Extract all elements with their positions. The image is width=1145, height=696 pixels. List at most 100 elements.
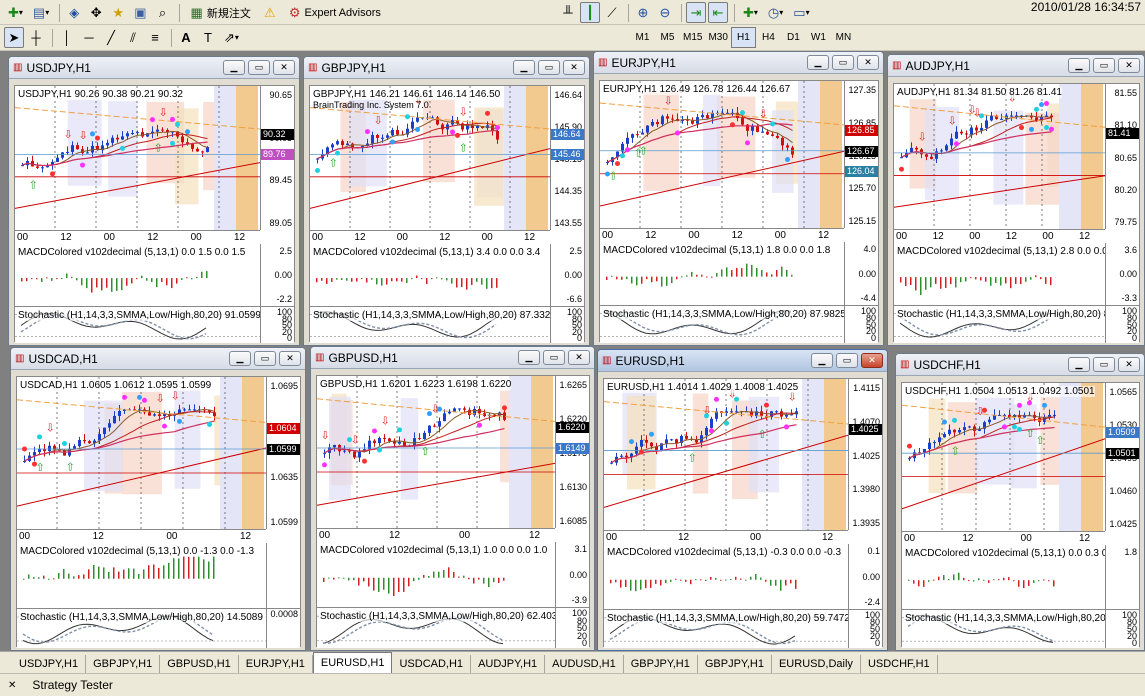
chart-window-audjpy[interactable]: ▥ AUDJPY,H1 ▁ ▭ ✕ ⇩ ⇩ ⇩ ⇩ ⇩ AUDJPY,H1 81.34 8… (887, 54, 1145, 346)
chart-window-usdcad[interactable]: ▥ USDCAD,H1 ▁ ▭ ✕ ⇧ ⇩ ⇩ ⇩ ⇧ USDCAD,H1 1.0605 … (10, 347, 306, 651)
zoom-out-button[interactable]: ⊖ (655, 2, 675, 23)
stochastic-pane[interactable]: Stochastic (H1,14,3,3,SMMA,Low/High,80,2… (902, 609, 1139, 648)
chart-area[interactable]: ⇩⇧⇧⇩⇩GBPJPY,H1 146.21 146.61 146.14 146.… (309, 85, 585, 343)
cursor-button[interactable]: ➤ (4, 27, 24, 48)
timeframe-w1-button[interactable]: W1 (806, 27, 831, 48)
maximize-button[interactable]: ▭ (1093, 58, 1115, 73)
minimize-button[interactable]: ▁ (807, 55, 829, 70)
strategy-tester-label[interactable]: Strategy Tester (32, 678, 112, 692)
chart-tab[interactable]: GBPJPY,H1 (624, 655, 698, 673)
price-pane[interactable]: ⇧ ⇩ ⇩ ⇩ ⇧ USDCAD,H1 1.0605 1.0612 1.0595 1.05… (17, 377, 300, 529)
macd-axis[interactable]: 0.1 0.00 -2.4 (848, 544, 882, 609)
chart-tab[interactable]: GBPJPY,H1 (698, 655, 772, 673)
chart-area[interactable]: ⇧ ⇩ ⇩ ⇩ ⇧ USDJPY,H1 90.26 90.38 90.21 90.32 90… (14, 85, 295, 343)
strategy-tester-button[interactable]: ⌕ (153, 2, 173, 23)
chart-tab[interactable]: GBPUSD,H1 (160, 655, 239, 673)
new-chart-button[interactable]: ✚ ▾ (4, 2, 27, 23)
new-order-button[interactable]: ▦ 新規注文 (184, 2, 258, 23)
stochastic-axis[interactable]: 100 80 50 20 0 (844, 306, 878, 343)
chart-window-titlebar[interactable]: ▥ EURJPY,H1 ▁ ▭ ✕ (594, 52, 883, 74)
price-axis[interactable]: 90.6590.0589.4589.0590.3289.76 (260, 86, 294, 230)
chart-tab[interactable]: GBPJPY,H1 (86, 655, 161, 673)
price-pane[interactable]: ⇩ ⇩ ⇩ ⇩ ⇩ AUDJPY,H1 81.34 81.50 81.26 81.41 81… (894, 84, 1139, 229)
maximize-button[interactable]: ▭ (832, 55, 854, 70)
macd-pane[interactable]: MACDColored v102decimal (5,13,1) 0.0 -1.… (17, 543, 300, 608)
price-axis[interactable]: 127.35126.85126.25125.70125.15126.85126.… (844, 81, 878, 228)
terminal-button[interactable]: ▣ (130, 2, 150, 23)
chart-tab[interactable]: EURUSD,Daily (772, 655, 861, 673)
stochastic-pane[interactable]: Stochastic (H1,14,3,3,SMMA,Low/High,80,2… (15, 306, 294, 343)
time-axis[interactable]: 00 12 00 12 (604, 530, 848, 544)
price-pane[interactable]: ⇧ ⇧ ⇩ ⇩ ⇧ EURJPY,H1 126.49 126.78 126.44 126.… (600, 81, 878, 228)
close-button[interactable]: ✕ (1118, 357, 1140, 372)
macd-pane[interactable]: MACDColored v102decimal (5,13,1) 0.0 0.3… (902, 545, 1139, 609)
arrows-button[interactable]: ⇗ ▾ (220, 27, 243, 48)
time-axis[interactable]: 00 12 00 12 (17, 529, 266, 543)
navigator-button[interactable]: ★ (108, 2, 128, 23)
chart-window-eurusd[interactable]: ▥ EURUSD,H1 ▁ ▭ ✕ ⇩ ⇧ ⇩ ⇩ ⇧ EURUSD,H1 1.4014 … (597, 349, 888, 651)
profiles-button[interactable]: ▤ ▾ (29, 2, 53, 23)
chart-window-titlebar[interactable]: ▥ EURUSD,H1 ▁ ▭ ✕ (598, 350, 887, 372)
macd-pane[interactable]: MACDColored v102decimal (5,13,1) 1.8 0.0… (600, 242, 878, 305)
chart-window-titlebar[interactable]: ▥ USDCAD,H1 ▁ ▭ ✕ (11, 348, 305, 370)
templates-button[interactable]: ▭ ▾ (789, 2, 813, 23)
zoom-in-button[interactable]: ⊕ (633, 2, 653, 23)
chart-window-titlebar[interactable]: ▥ GBPJPY,H1 ▁ ▭ ✕ (304, 57, 589, 79)
time-axis[interactable]: 00 12 00 12 00 12 (600, 228, 844, 242)
stochastic-axis[interactable]: 100 80 50 20 0 (555, 608, 589, 648)
chart-tab[interactable]: AUDJPY,H1 (471, 655, 546, 673)
macd-pane[interactable]: MACDColored v102decimal (5,13,1) 0.0 1.5… (15, 244, 294, 306)
stochastic-pane[interactable]: Stochastic (H1,14,3,3,SMMA,Low/High,80,2… (17, 608, 300, 648)
data-window-button[interactable]: ✥ (86, 2, 106, 23)
chart-tab[interactable]: EURJPY,H1 (239, 655, 313, 673)
minimize-button[interactable]: ▁ (513, 60, 535, 75)
chart-tab[interactable]: USDJPY,H1 (12, 655, 87, 673)
equidistant-channel-button[interactable]: ⫽ (123, 27, 143, 48)
timeframe-m1-button[interactable]: M1 (630, 27, 655, 48)
maximize-button[interactable]: ▭ (1093, 357, 1115, 372)
macd-pane[interactable]: MACDColored v102decimal (5,13,1) 1.0 0.0… (317, 542, 589, 607)
trendline-button[interactable]: ╱ (101, 27, 121, 48)
chart-window-usdjpy[interactable]: ▥ USDJPY,H1 ▁ ▭ ✕ ⇧ ⇩ ⇩ ⇩ ⇧ USDJPY,H1 90.26 9… (8, 56, 300, 346)
chart-window-gbpjpy[interactable]: ▥ GBPJPY,H1 ▁ ▭ ✕ ⇩⇧⇧⇩⇩GBPJPY,H1 146.21 … (303, 56, 590, 346)
autotrading-warning-button[interactable]: ⚠ (260, 2, 280, 23)
chart-area[interactable]: ⇩ ⇧ ⇧ ⇧ ⇩ USDCHF,H1 1.0504 1.0513 1.0492 1.05… (901, 382, 1140, 648)
chart-window-titlebar[interactable]: ▥ GBPUSD,H1 ▁ ▭ ✕ (311, 347, 594, 369)
timeframe-h1-button[interactable]: H1 (730, 27, 756, 48)
minimize-button[interactable]: ▁ (518, 350, 540, 365)
price-axis[interactable]: 1.05651.05301.04951.04601.04251.05091.05… (1105, 383, 1139, 531)
stochastic-axis[interactable]: 100 80 50 20 0 (1105, 306, 1139, 343)
timeframe-d1-button[interactable]: D1 (781, 27, 806, 48)
close-button[interactable]: ✕ (273, 60, 295, 75)
maximize-button[interactable]: ▭ (836, 353, 858, 368)
stochastic-axis[interactable]: 100 80 50 20 0 (260, 307, 294, 343)
bar-chart-button[interactable]: ╨ (558, 2, 578, 23)
time-axis[interactable]: 00 12 00 12 (902, 531, 1105, 545)
timeframe-mn-button[interactable]: MN (831, 27, 856, 48)
price-pane[interactable]: ⇩ ⇧ ⇩ ⇩ ⇧ EURUSD,H1 1.4014 1.4029 1.4008 1.40… (604, 379, 882, 530)
vertical-line-button[interactable]: │ (57, 27, 77, 48)
macd-axis[interactable]: 1.8 (1105, 545, 1139, 609)
price-axis[interactable]: 1.4115 1.4070 1.4025 1.3980 1.3935 1.4025 (848, 379, 882, 530)
price-axis[interactable]: 1.06951.06651.06351.05991.06041.0599 (266, 377, 300, 529)
timeframe-h4-button[interactable]: H4 (756, 27, 781, 48)
time-axis[interactable]: 00 12 00 12 00 12 (310, 230, 550, 244)
tester-toggle-icon[interactable]: ✕ (8, 680, 16, 691)
stochastic-pane[interactable]: Stochastic (H1,14,3,3,SMMA,Low/High,80,2… (310, 306, 584, 343)
periods-button[interactable]: ◷ ▾ (764, 2, 787, 23)
indicators-button[interactable]: ✚ ▾ (739, 2, 762, 23)
time-axis[interactable]: 00 12 00 12 (317, 528, 555, 542)
chart-tab[interactable]: USDCAD,H1 (392, 655, 472, 673)
minimize-button[interactable]: ▁ (1068, 357, 1090, 372)
maximize-button[interactable]: ▭ (254, 351, 276, 366)
chart-window-titlebar[interactable]: ▥ USDCHF,H1 ▁ ▭ ✕ (896, 354, 1144, 376)
price-pane[interactable]: ⇩ ⇧ ⇧ ⇧ ⇩ USDCHF,H1 1.0504 1.0513 1.0492 1.05… (902, 383, 1139, 531)
macd-axis[interactable]: 4.0 0.00 -4.4 (844, 242, 878, 305)
chart-area[interactable]: ⇧ ⇩ ⇩ ⇩ ⇧ USDCAD,H1 1.0605 1.0612 1.0595 1.05… (16, 376, 301, 648)
stochastic-pane[interactable]: Stochastic (H1,14,3,3,SMMA,Low/High,80,2… (317, 607, 589, 648)
price-pane[interactable]: ⇩⇧⇧⇩⇩GBPJPY,H1 146.21 146.61 146.14 146.… (310, 86, 584, 230)
macd-pane[interactable]: MACDColored v102decimal (5,13,1) 2.8 0.0… (894, 243, 1139, 305)
price-axis[interactable]: 146.64145.90145.15144.35143.55146.64145.… (550, 86, 584, 230)
chart-window-gbpusd[interactable]: ▥ GBPUSD,H1 ▁ ▭ ✕ ⇧ ⇩ ⇩ ⇩ ⇩ GBPUSD,H1 1.6201 … (310, 346, 595, 651)
minimize-button[interactable]: ▁ (229, 351, 251, 366)
